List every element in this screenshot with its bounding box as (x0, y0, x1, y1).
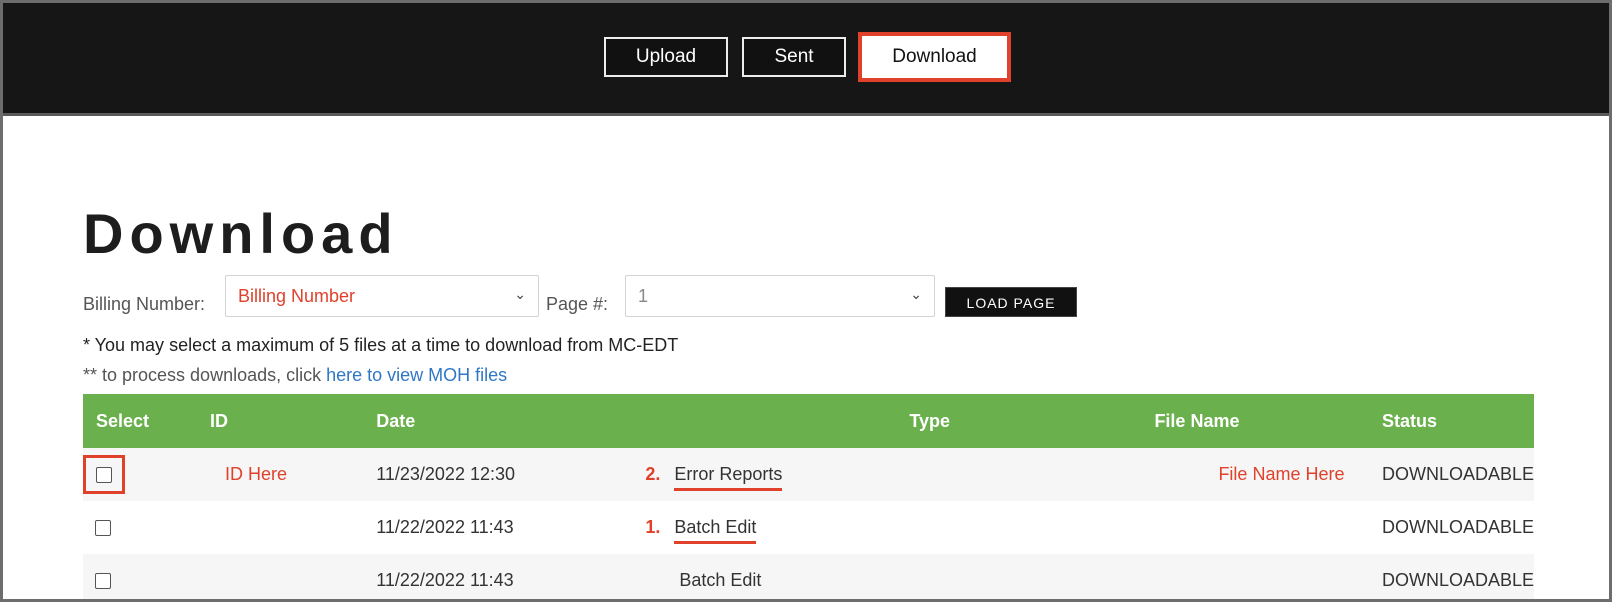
select-cell (83, 448, 197, 501)
row-checkbox[interactable] (96, 467, 112, 484)
page-number-value: 1 (638, 286, 649, 306)
downloads-table: Select ID Date Type File Name Status ID … (83, 394, 1534, 599)
billing-number-select[interactable]: Billing Number ⌄ (225, 275, 539, 317)
process-downloads-note: ** to process downloads, click here to v… (83, 365, 507, 386)
id-cell (197, 554, 363, 599)
col-header-type: Type (909, 410, 951, 431)
type-value: Batch Edit (674, 517, 757, 544)
col-header-id: ID (209, 410, 228, 431)
file-name-cell: File Name Here (1218, 464, 1345, 484)
type-value: Error Reports (674, 464, 783, 491)
top-nav-bar: Upload Sent Download (3, 3, 1609, 116)
row-checkbox[interactable] (95, 573, 111, 590)
view-moh-files-link[interactable]: here to view MOH files (326, 365, 507, 385)
status-cell: DOWNLOADABLE (1381, 570, 1534, 590)
file-name-cell (1154, 554, 1369, 599)
col-header-date: Date (376, 410, 416, 431)
file-name-cell (1154, 501, 1369, 554)
page-number-label: Page #: (546, 294, 609, 314)
date-cell: 11/22/2022 11:43 (376, 517, 514, 537)
page-number-select[interactable]: 1 ⌄ (625, 275, 935, 317)
upload-tab-button[interactable]: Upload (604, 37, 728, 77)
id-cell (197, 501, 363, 554)
status-cell: DOWNLOADABLE (1381, 464, 1534, 484)
table-row: ID Here 11/23/2022 12:30 2. Error Reports… (83, 448, 1534, 501)
row-checkbox-highlight (83, 455, 125, 494)
status-cell: DOWNLOADABLE (1381, 517, 1534, 537)
col-header-file-name: File Name (1154, 410, 1240, 431)
select-cell (83, 554, 197, 599)
billing-number-value: Billing Number (238, 286, 356, 306)
sent-tab-button[interactable]: Sent (742, 37, 846, 77)
app-window: Upload Sent Download Download Billing Nu… (0, 0, 1612, 602)
col-header-status: Status (1381, 410, 1437, 431)
type-value: Batch Edit (679, 570, 762, 590)
row-checkbox[interactable] (95, 520, 111, 537)
type-cell: 1. Batch Edit (612, 501, 1154, 554)
id-cell: ID Here (224, 464, 287, 484)
step-number: 1. (645, 517, 661, 537)
page-title: Download (83, 202, 399, 265)
process-note-text: ** to process downloads, click (83, 365, 327, 385)
max-files-note: * You may select a maximum of 5 files at… (83, 335, 679, 355)
row-checkbox-wrap (83, 562, 123, 599)
load-page-button[interactable]: LOAD PAGE (945, 287, 1077, 317)
table-row: 11/22/2022 11:43 1. Batch Edit DOWNLOADAB… (83, 501, 1534, 554)
table-row: 11/22/2022 11:43 Batch Edit DOWNLOADABLE (83, 554, 1534, 599)
type-cell: 2. Error Reports (612, 448, 1154, 501)
chevron-down-icon: ⌄ (910, 286, 922, 302)
date-cell: 11/22/2022 11:43 (376, 570, 514, 590)
select-cell (83, 501, 197, 554)
col-header-select: Select (96, 410, 150, 431)
date-cell: 11/23/2022 12:30 (376, 464, 515, 484)
billing-number-label: Billing Number: (83, 294, 206, 314)
download-tab-button[interactable]: Download (858, 32, 1011, 82)
step-number: 2. (645, 464, 661, 484)
type-cell: Batch Edit (612, 554, 1154, 599)
row-checkbox-wrap (83, 509, 123, 546)
chevron-down-icon: ⌄ (514, 286, 526, 302)
table-header-row: Select ID Date Type File Name Status (83, 394, 1534, 448)
